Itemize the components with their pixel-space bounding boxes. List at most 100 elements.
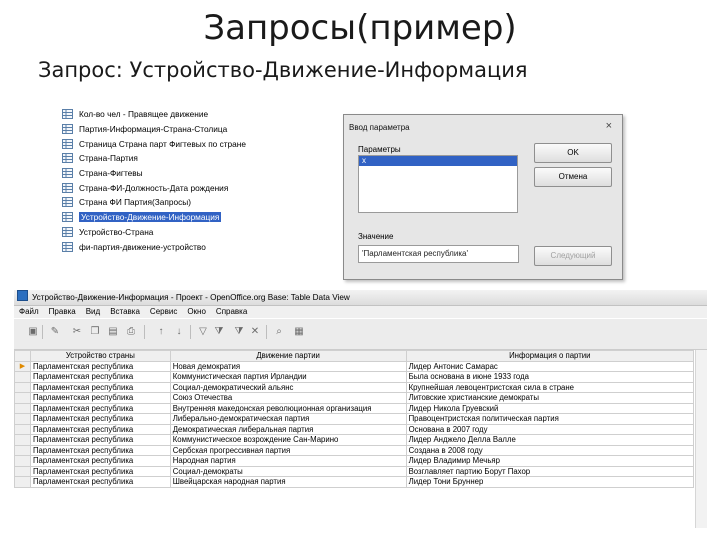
row-selector[interactable]	[14, 423, 31, 435]
table-cell[interactable]: Коммунистическое возрождение Сан-Марино	[169, 434, 407, 446]
row-selector[interactable]	[14, 402, 31, 414]
query-item[interactable]: Страница Страна парт Фигтевых по стране	[62, 136, 342, 151]
menu-item[interactable]: Справка	[216, 307, 247, 316]
value-input[interactable]: 'Парламентская республика'	[358, 245, 519, 263]
table-cell[interactable]: Народная партия	[169, 455, 407, 467]
table-cell[interactable]: Парламентская республика	[29, 360, 171, 372]
sort-asc-icon[interactable]: ↑	[156, 327, 166, 337]
table-cell[interactable]: Парламентская республика	[29, 423, 171, 435]
row-selector[interactable]	[14, 455, 31, 467]
table-cell[interactable]: Парламентская республика	[29, 455, 171, 467]
table-row[interactable]: Парламентская республика Швейцарская наро…	[14, 476, 695, 488]
query-item[interactable]: фи-партия-движение-устройство	[62, 239, 342, 254]
row-selector[interactable]	[14, 381, 31, 393]
table-cell[interactable]: Основана в 2007 году	[405, 423, 695, 435]
table-cell[interactable]: Социал-демократы	[169, 465, 407, 477]
table-row[interactable]: Парламентская республика Коммунистическое…	[14, 434, 695, 446]
row-selector[interactable]	[14, 392, 31, 404]
close-icon[interactable]: ×	[606, 120, 612, 132]
table-cell[interactable]: Лидер Владимир Мечьяр	[405, 455, 695, 467]
cut-icon[interactable]: ✂	[72, 327, 82, 337]
table-cell[interactable]: Лидер Антонис Самарас	[405, 360, 695, 372]
table-cell[interactable]: Лидер Анджело Делла Валле	[405, 434, 695, 446]
table-row[interactable]: Парламентская республика Социал-демократы…	[14, 465, 695, 477]
table-cell[interactable]: Парламентская республика	[29, 444, 171, 456]
row-selector[interactable]	[14, 476, 31, 488]
table-cell[interactable]: Возглавляет партию Борут Пахор	[405, 465, 695, 477]
table-row[interactable]: Парламентская республика Внутренняя макед…	[14, 402, 695, 414]
table-cell[interactable]: Была основана в июне 1933 года	[405, 371, 695, 383]
table-row[interactable]: Парламентская республика Союз Отечества Ли…	[14, 392, 695, 404]
table-cell[interactable]: Парламентская республика	[29, 371, 171, 383]
table-cell[interactable]: Крупнейшая левоцентристская сила в стран…	[405, 381, 695, 393]
table-cell[interactable]: Парламентская республика	[29, 381, 171, 393]
table-cell[interactable]: Парламентская республика	[29, 413, 171, 425]
vertical-scrollbar[interactable]	[695, 350, 707, 528]
column-header[interactable]: Движение партии	[169, 350, 407, 362]
table-row[interactable]: Парламентская республика Коммунистическая…	[14, 371, 695, 383]
table-cell[interactable]: Коммунистическая партия Ирландии	[169, 371, 407, 383]
parameters-list[interactable]: x	[358, 155, 518, 213]
table-cell[interactable]: Швейцарская народная партия	[169, 476, 407, 488]
query-item[interactable]: Устройство-Движение-Информация	[62, 210, 342, 225]
next-button[interactable]: Следующий	[534, 246, 612, 266]
sort-desc-icon[interactable]: ↓	[174, 327, 184, 337]
find-icon[interactable]: ⌕	[274, 327, 284, 337]
table-cell[interactable]: Союз Отечества	[169, 392, 407, 404]
menu-item[interactable]: Вставка	[110, 307, 140, 316]
paste-icon[interactable]: ▤	[108, 327, 118, 337]
table-cell[interactable]: Парламентская республика	[29, 402, 171, 414]
query-item[interactable]: Партия-Информация-Страна-Столица	[62, 122, 342, 137]
menu-item[interactable]: Вид	[86, 307, 100, 316]
row-selector[interactable]	[14, 371, 31, 383]
table-row[interactable]: Парламентская республика Сербская прогрес…	[14, 444, 695, 456]
standard-filter-icon[interactable]: ⧩	[234, 327, 244, 337]
table-cell[interactable]: Новая демократия	[169, 360, 407, 372]
row-selector[interactable]	[14, 444, 31, 456]
copy-icon[interactable]: ❐	[90, 327, 100, 337]
table-cell[interactable]: Парламентская республика	[29, 434, 171, 446]
row-selector[interactable]	[14, 413, 31, 425]
menu-item[interactable]: Файл	[19, 307, 39, 316]
table-row[interactable]: Парламентская республика Демократическая …	[14, 423, 695, 435]
query-item[interactable]: Страна-ФИ-Должность-Дата рождения	[62, 180, 342, 195]
column-header[interactable]: Информация о партии	[405, 350, 695, 362]
autofilter-icon[interactable]: ▽	[198, 327, 208, 337]
table-cell[interactable]: Внутренняя македонская революционная орг…	[169, 402, 407, 414]
table-row[interactable]: Парламентская республика Социал-демократи…	[14, 381, 695, 393]
table-row[interactable]: ▶ Парламентская республика Новая демократи…	[14, 360, 695, 372]
table-cell[interactable]: Парламентская республика	[29, 392, 171, 404]
table-cell[interactable]: Парламентская республика	[29, 465, 171, 477]
row-selector[interactable]	[14, 465, 31, 477]
remove-filter-icon[interactable]: ✕	[250, 327, 260, 337]
query-item[interactable]: Страна-Партия	[62, 151, 342, 166]
query-item[interactable]: Устройство-Страна	[62, 225, 342, 240]
print-icon[interactable]: ⎙	[126, 327, 136, 337]
data-source-icon[interactable]: ▦	[294, 327, 304, 337]
current-row-arrow-icon[interactable]: ▶	[14, 360, 31, 372]
menu-item[interactable]: Сервис	[150, 307, 177, 316]
row-selector-header[interactable]	[14, 350, 31, 362]
table-cell[interactable]: Правоцентристская политическая партия	[405, 413, 695, 425]
parameter-row[interactable]: x	[359, 156, 517, 166]
query-item[interactable]: Страна ФИ Партия(Запросы)	[62, 195, 342, 210]
table-cell[interactable]: Демократическая либеральная партия	[169, 423, 407, 435]
filter-icon[interactable]: ⧩	[214, 327, 224, 337]
table-row[interactable]: Парламентская республика Либерально-демок…	[14, 413, 695, 425]
table-cell[interactable]: Лидер Тони Бруннер	[405, 476, 695, 488]
cancel-button[interactable]: Отмена	[534, 167, 612, 187]
table-cell[interactable]: Лидер Никола Груевский	[405, 402, 695, 414]
menu-item[interactable]: Окно	[187, 307, 206, 316]
table-cell[interactable]: Литовские христианские демократы	[405, 392, 695, 404]
query-item[interactable]: Страна-Фигтевы	[62, 166, 342, 181]
query-item[interactable]: Кол-во чел - Правящее движение	[62, 107, 342, 122]
table-cell[interactable]: Создана в 2008 году	[405, 444, 695, 456]
table-cell[interactable]: Парламентская республика	[29, 476, 171, 488]
table-row[interactable]: Парламентская республика Народная партия Л…	[14, 455, 695, 467]
table-cell[interactable]: Сербская прогрессивная партия	[169, 444, 407, 456]
save-icon[interactable]: ▣	[28, 327, 38, 337]
row-selector[interactable]	[14, 434, 31, 446]
table-cell[interactable]: Социал-демократический альянс	[169, 381, 407, 393]
table-cell[interactable]: Либерально-демократическая партия	[169, 413, 407, 425]
edit-icon[interactable]: ✎	[50, 327, 60, 337]
